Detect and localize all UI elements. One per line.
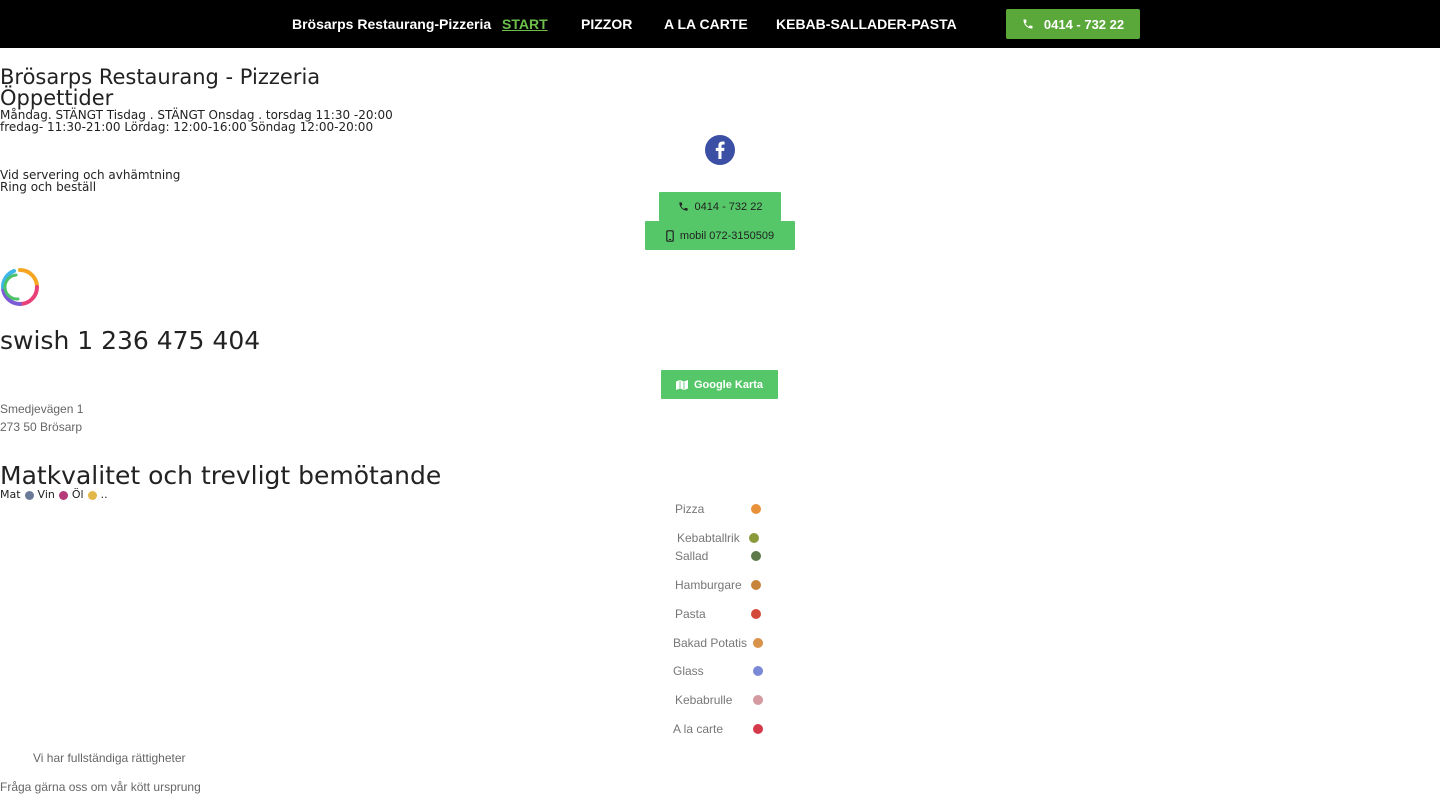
hours-heading: Öppettider xyxy=(0,86,114,110)
menu-item-bakad-potatis[interactable]: Bakad Potatis xyxy=(673,636,747,650)
mobile-button[interactable]: mobil 072-3150509 xyxy=(645,221,795,250)
address-city: 273 50 Brösarp xyxy=(0,420,83,434)
menu-item-a-la-carte[interactable]: A la carte xyxy=(673,722,723,736)
menu-item-sallad[interactable]: Sallad xyxy=(675,549,708,563)
pizza-icon xyxy=(751,504,761,514)
nav-pizzor[interactable]: PIZZOR xyxy=(581,16,632,32)
salad-icon xyxy=(751,551,761,561)
quality-heading: Matkvalitet och trevligt bemötande xyxy=(0,461,442,490)
quality-tagline: Mat Vin Öl.. xyxy=(0,489,108,501)
top-navbar: Brösarps Restaurang-Pizzeria START PIZZO… xyxy=(0,0,1440,48)
phone-button[interactable]: 0414 - 732 22 xyxy=(659,192,781,221)
phone-icon xyxy=(678,202,688,211)
potato-icon xyxy=(753,638,763,648)
mobile-button-label: mobil 072-3150509 xyxy=(679,229,775,242)
service-line-2: Ring och beställ xyxy=(0,180,97,194)
wine-glass-icon xyxy=(58,490,68,500)
menu-item-kebabtallrik[interactable]: Kebabtallrik xyxy=(677,531,740,545)
plate-icon xyxy=(24,490,34,500)
map-icon xyxy=(675,379,688,390)
menu-item-hamburgare[interactable]: Hamburgare xyxy=(675,578,742,592)
menu-item-pasta[interactable]: Pasta xyxy=(675,607,706,621)
nav-start[interactable]: START xyxy=(502,16,548,32)
phone-button-label: 0414 - 732 22 xyxy=(694,200,763,213)
ice-cream-icon xyxy=(753,666,763,676)
google-map-label: Google Karta xyxy=(693,378,764,391)
phone-icon xyxy=(1023,19,1033,29)
menu-item-glass[interactable]: Glass xyxy=(673,664,704,678)
nav-a-la-carte[interactable]: A LA CARTE xyxy=(664,16,748,32)
menu-item-kebabrulle[interactable]: Kebabrulle xyxy=(675,693,732,707)
meat-icon xyxy=(753,724,763,734)
swish-logo-icon xyxy=(0,268,39,306)
rights-text: Vi har fullständiga rättigheter xyxy=(33,751,186,765)
tagline-end: .. xyxy=(100,488,108,501)
tagline-vin: Vin xyxy=(37,488,55,501)
tagline-ol: Öl xyxy=(71,488,84,501)
hours-line-2: fredag- 11:30-21:00 Lördag: 12:00-16:00 … xyxy=(0,120,374,134)
facebook-icon[interactable] xyxy=(705,135,735,165)
brand-link[interactable]: Brösarps Restaurang-Pizzeria xyxy=(292,16,491,32)
kebab-plate-icon xyxy=(749,533,759,543)
tagline-mat: Mat xyxy=(0,488,21,501)
menu-item-pizza[interactable]: Pizza xyxy=(675,502,704,516)
hamburger-icon xyxy=(751,580,761,590)
nav-kebab-sallader-pasta[interactable]: KEBAB-SALLADER-PASTA xyxy=(776,16,957,32)
swish-number: swish 1 236 475 404 xyxy=(0,326,261,355)
google-map-button[interactable]: Google Karta xyxy=(661,370,778,399)
nav-call-label: 0414 - 732 22 xyxy=(1043,16,1125,32)
kebab-roll-icon xyxy=(753,695,763,705)
beer-icon xyxy=(87,490,97,500)
address-street: Smedjevägen 1 xyxy=(0,402,84,416)
nav-call-button[interactable]: 0414 - 732 22 xyxy=(1006,9,1140,39)
pasta-icon xyxy=(751,609,761,619)
origin-text: Fråga gärna oss om vår kött ursprung xyxy=(0,780,201,794)
mobile-icon xyxy=(666,229,674,242)
